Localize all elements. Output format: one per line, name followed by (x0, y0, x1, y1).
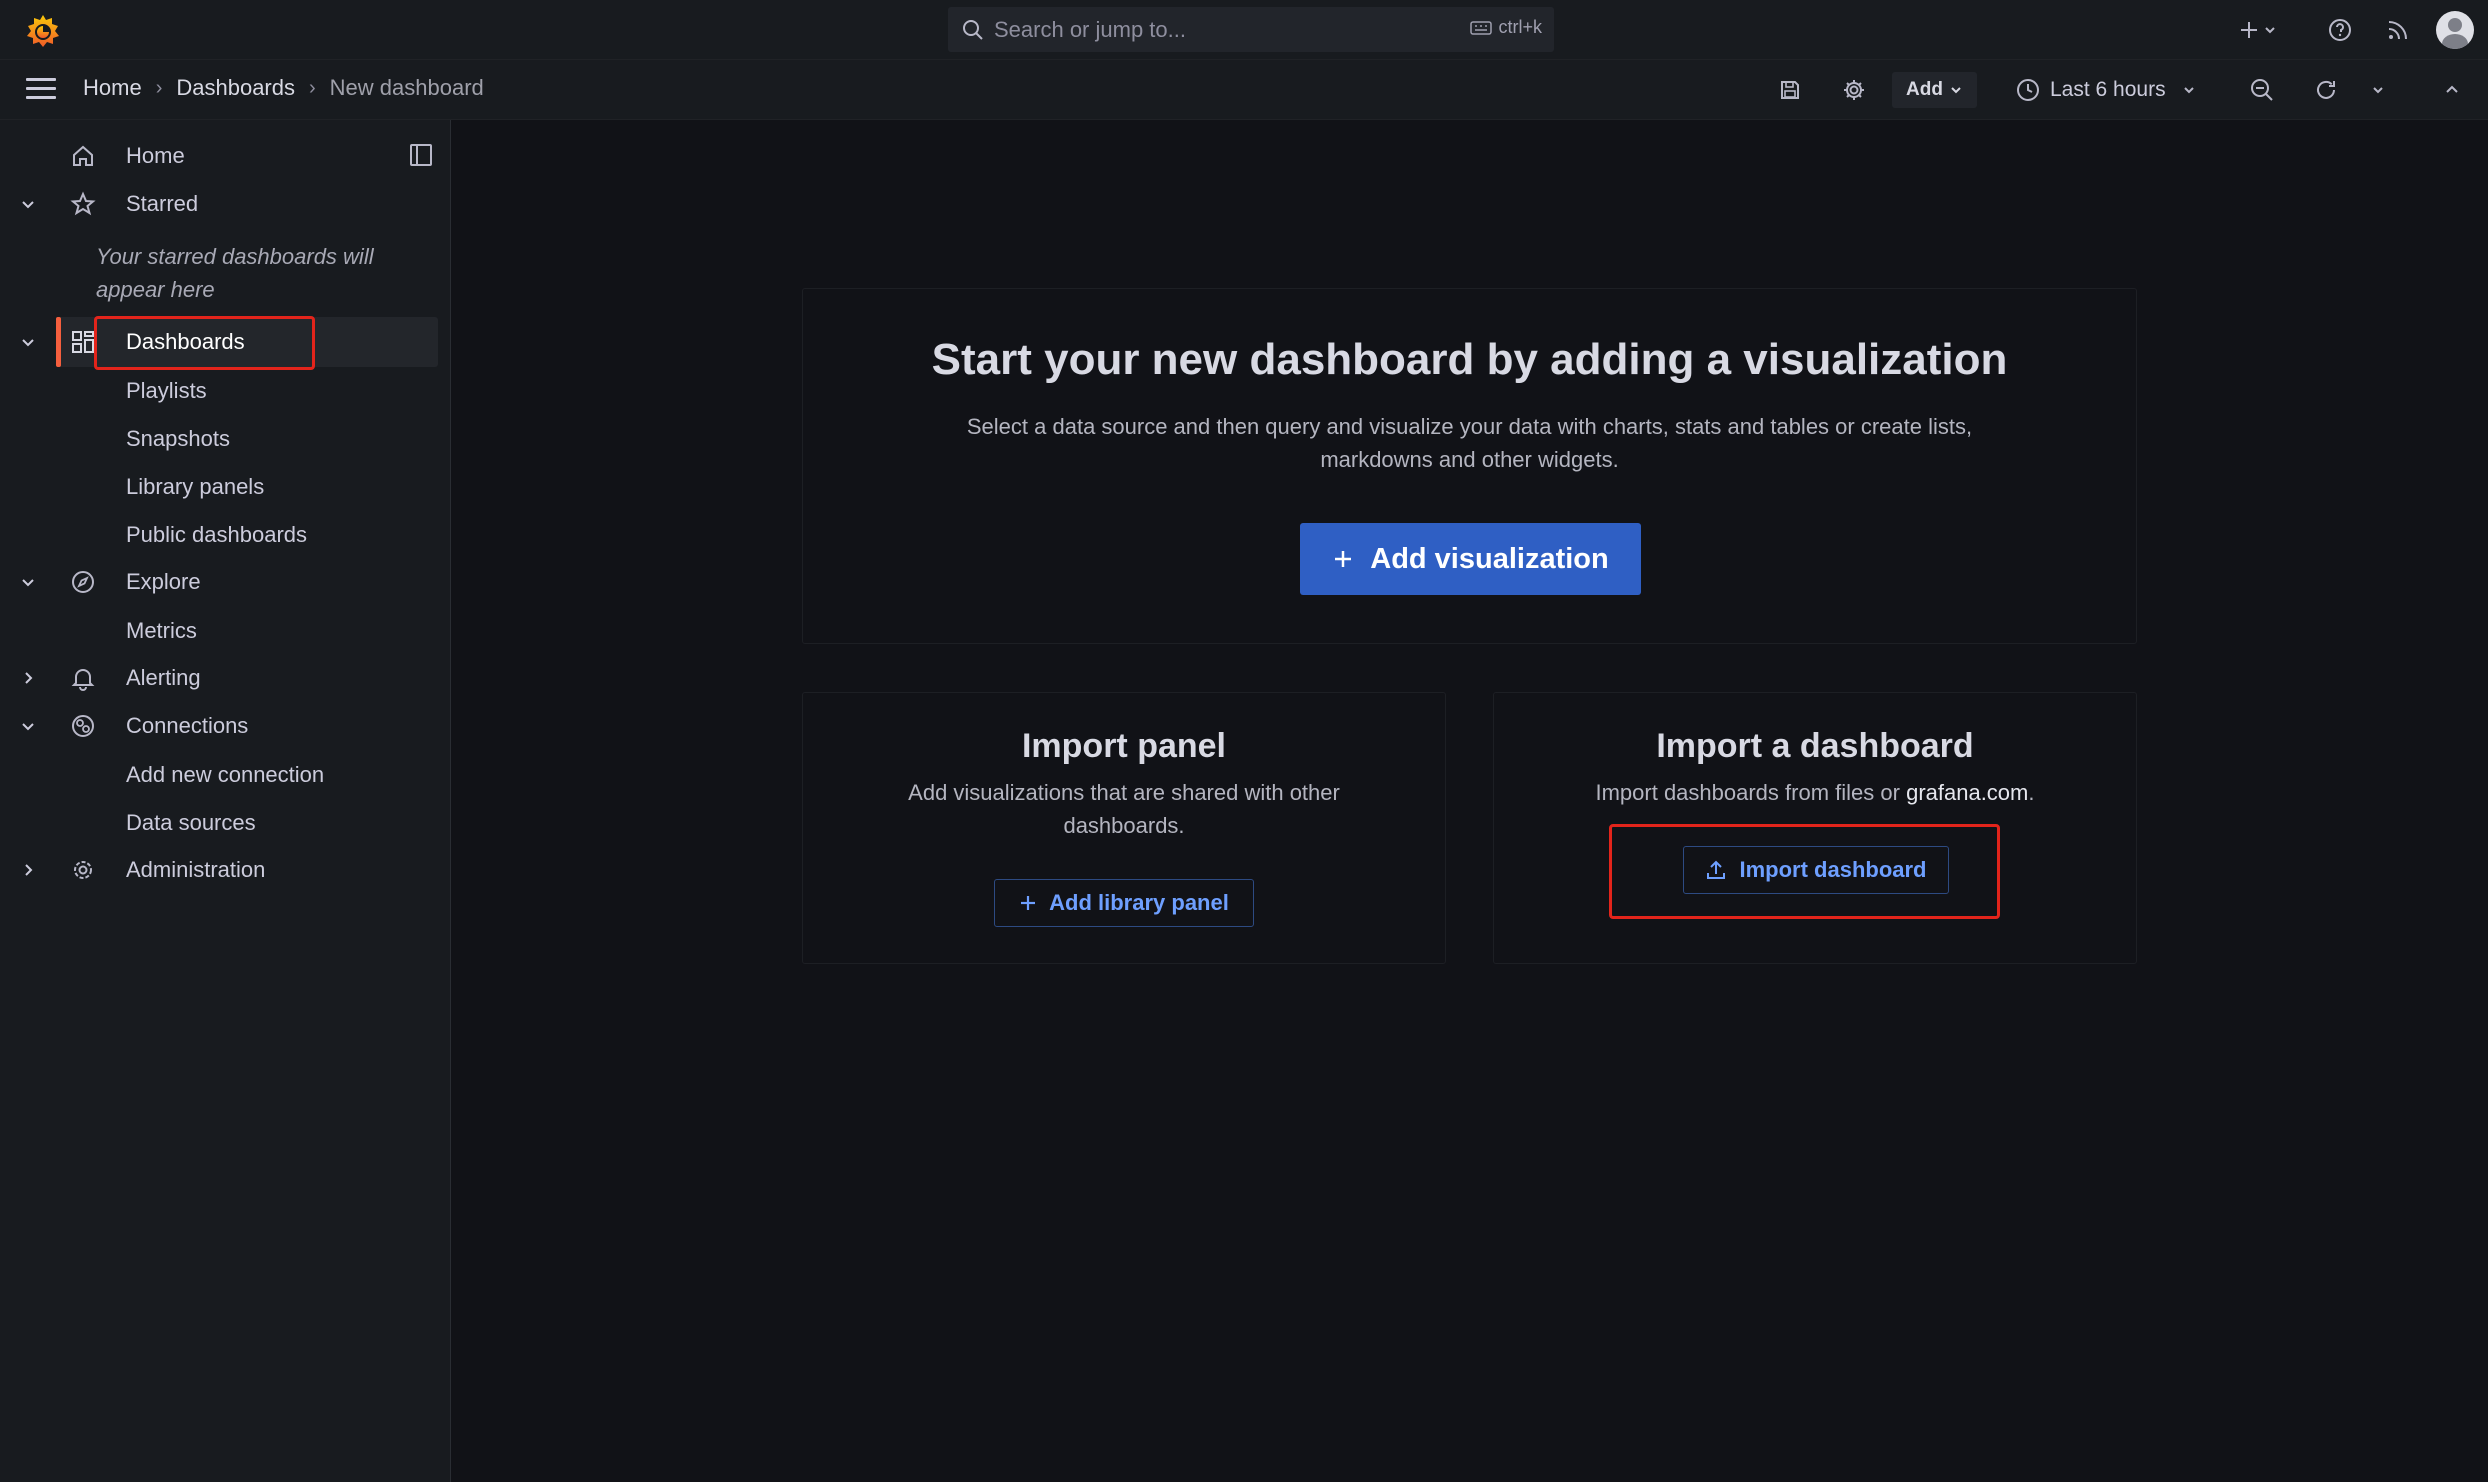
shortcut-label: ctrl+k (1498, 17, 1542, 37)
sidebar-item-playlists[interactable]: Playlists (126, 378, 207, 404)
chevron-down-icon (2265, 27, 2275, 34)
gear-icon (1844, 80, 1864, 100)
keyboard-icon (1470, 20, 1493, 35)
chevron-down-icon[interactable] (20, 718, 36, 734)
refresh-icon (2317, 80, 2335, 99)
upload-icon (1707, 860, 1726, 879)
chevron-down-icon[interactable] (20, 574, 36, 590)
top-bar: Search or jump to... ctrl+k (0, 0, 2488, 60)
chevron-down-icon (2183, 87, 2194, 94)
sidebar-item-data-sources[interactable]: Data sources (126, 810, 256, 836)
import-panel-title: Import panel (1021, 727, 1227, 765)
dashboards-grid-icon (72, 331, 94, 353)
grafana-com-link[interactable]: grafana.com (1906, 780, 2028, 805)
collapse-toolbar-button[interactable] (2436, 74, 2468, 106)
grafana-logo-icon[interactable] (24, 12, 62, 50)
bell-icon (71, 669, 95, 691)
chevron-up-icon (2446, 85, 2458, 93)
breadcrumb-separator-icon: › (309, 76, 316, 99)
refresh-button[interactable] (2310, 74, 2342, 106)
sidebar-item-label: Dashboards (126, 329, 245, 354)
sidebar-item-label: Administration (126, 857, 266, 882)
plus-icon (1021, 896, 1036, 910)
clock-icon (2017, 79, 2039, 101)
save-dashboard-button[interactable] (1774, 74, 1806, 106)
search-input[interactable]: Search or jump to... ctrl+k (948, 7, 1554, 52)
sidebar-item-label: Connections (126, 713, 249, 738)
zoom-out-icon (2251, 79, 2273, 101)
breadcrumb: Home › Dashboards › New dashboard (83, 75, 484, 101)
sidebar-item-label: Home (126, 143, 185, 168)
chevron-down-icon[interactable] (20, 196, 36, 212)
time-range-picker[interactable]: Last 6 hours (2016, 72, 2196, 108)
search-icon (963, 19, 983, 40)
import-panel-description-line1: Add visualizations that are shared with … (908, 780, 1340, 805)
chevron-down-icon[interactable] (20, 334, 36, 350)
add-visualization-button[interactable]: Add visualization (1300, 523, 1641, 595)
chevron-down-icon (1951, 87, 1961, 94)
sidebar-item-home[interactable]: Home (0, 134, 451, 178)
add-visualization-label: Add visualization (1370, 542, 1609, 575)
breadcrumb-current: New dashboard (329, 75, 484, 100)
sidebar-item-administration[interactable]: Administration (0, 848, 451, 892)
sidebar-item-alerting[interactable]: Alerting (0, 656, 451, 700)
new-menu-button[interactable] (2236, 14, 2280, 46)
sidebar-item-metrics[interactable]: Metrics (126, 618, 197, 644)
home-icon (73, 145, 93, 166)
chevron-right-icon[interactable] (20, 862, 36, 878)
breadcrumb-separator-icon: › (155, 76, 163, 99)
import-dashboard-title: Import a dashboard (1656, 727, 1974, 765)
save-icon (1781, 81, 1799, 99)
rss-icon (2388, 21, 2407, 40)
help-button[interactable] (2324, 14, 2356, 46)
import-panel-description-line2: dashboards. (1063, 813, 1185, 838)
star-icon (70, 191, 96, 216)
import-dashboard-desc-period: . (2028, 780, 2035, 805)
gear-icon (74, 861, 92, 879)
add-label: Add (1906, 79, 1943, 100)
compass-icon (72, 571, 94, 593)
breadcrumb-dashboards[interactable]: Dashboards (176, 75, 295, 101)
dashboard-settings-button[interactable] (1838, 74, 1870, 106)
help-icon (2329, 19, 2351, 41)
plus-icon (1335, 551, 1352, 567)
chevron-right-icon[interactable] (20, 670, 36, 686)
sidebar-item-label: Explore (126, 569, 201, 594)
sidebar-item-starred[interactable]: Starred (0, 182, 451, 226)
search-shortcut: ctrl+k (1470, 17, 1542, 38)
sidebar-item-connections[interactable]: Connections (0, 704, 451, 748)
sidebar-item-dashboards[interactable]: Dashboards (0, 320, 451, 364)
hero-description-line2: markdowns and other widgets. (1320, 447, 1619, 472)
news-button[interactable] (2382, 14, 2414, 46)
starred-empty-hint: Your starred dashboards will appear here (96, 244, 374, 302)
user-avatar[interactable] (2436, 11, 2474, 49)
add-dropdown-button[interactable]: Add (1892, 72, 1977, 108)
sidebar-item-public-dashboards[interactable]: Public dashboards (126, 522, 307, 548)
add-library-panel-label: Add library panel (1049, 890, 1229, 915)
import-dashboard-label: Import dashboard (1739, 857, 1927, 882)
sidebar-item-library-panels[interactable]: Library panels (126, 474, 264, 500)
sidebar-item-explore[interactable]: Explore (0, 560, 451, 604)
search-placeholder: Search or jump to... (994, 16, 1186, 42)
import-dashboard-description: Import dashboards from files or grafana.… (1494, 776, 2136, 809)
time-range-label: Last 6 hours (2050, 78, 2166, 101)
add-library-panel-button[interactable]: Add library panel (994, 879, 1254, 927)
hero-title: Start your new dashboard by adding a vis… (931, 335, 2008, 384)
menu-toggle-icon[interactable] (26, 78, 56, 102)
import-dashboard-card: Import a dashboard Import dashboards fro… (1493, 692, 2137, 964)
breadcrumb-home[interactable]: Home (83, 75, 142, 101)
hero-description-line1: Select a data source and then query and … (966, 414, 1973, 439)
plus-icon (2241, 22, 2257, 38)
refresh-interval-dropdown[interactable] (2366, 74, 2390, 106)
chevron-down-icon (2373, 87, 2383, 94)
zoom-out-button[interactable] (2246, 74, 2278, 106)
import-dashboard-desc-text: Import dashboards from files or (1595, 780, 1900, 805)
sidebar-item-snapshots[interactable]: Snapshots (126, 426, 230, 452)
sidebar-item-label: Alerting (126, 665, 201, 690)
import-dashboard-button[interactable]: Import dashboard (1683, 846, 1949, 894)
sidebar-item-label: Starred (126, 191, 199, 216)
plug-icon (72, 715, 94, 737)
sidebar-item-add-new-connection[interactable]: Add new connection (126, 762, 324, 788)
